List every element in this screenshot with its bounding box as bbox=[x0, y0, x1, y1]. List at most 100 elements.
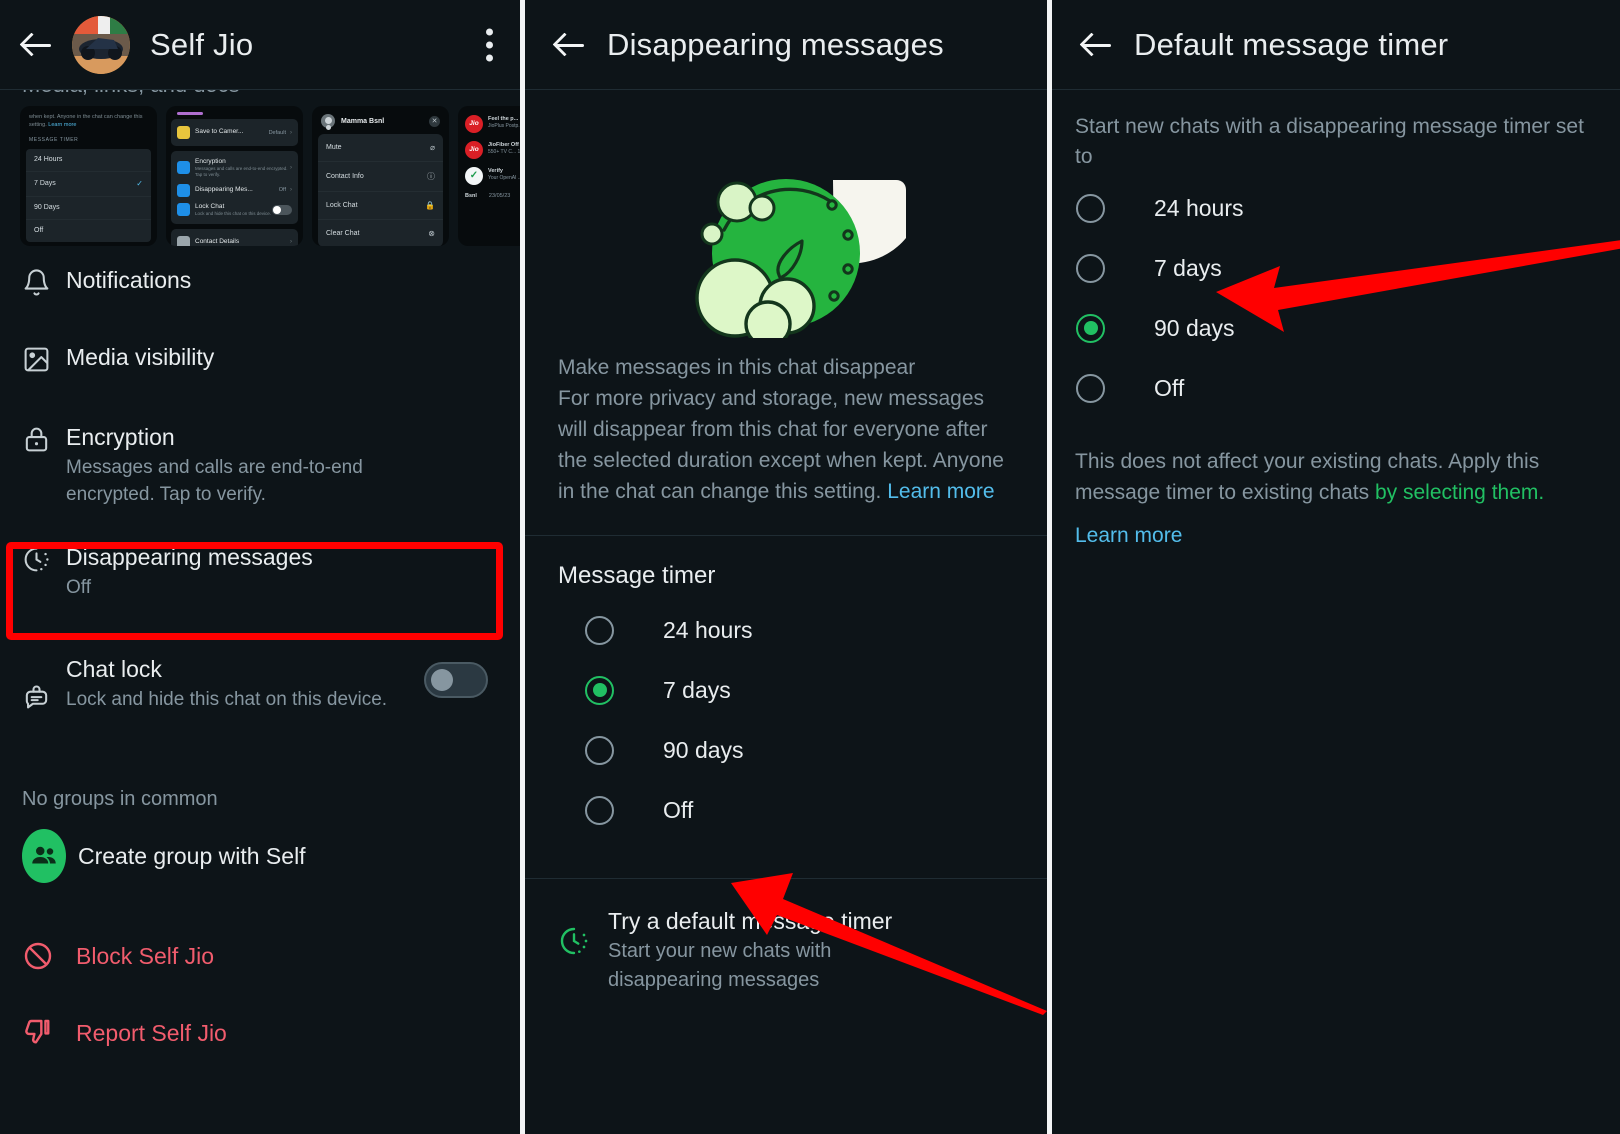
media-thumbnail-2[interactable]: Save to Camer... Default › Encryption Me… bbox=[166, 106, 303, 246]
thumb1-option-list: 24 Hours 7 Days ✓ 90 Days Off bbox=[26, 148, 151, 242]
radio-icon bbox=[585, 795, 614, 825]
option-label: Off bbox=[663, 796, 694, 823]
default-option-90-days[interactable]: 90 days bbox=[1052, 298, 1620, 358]
timer-icon bbox=[22, 542, 66, 574]
sidebar-item-encryption[interactable]: Encryption Messages and calls are end-to… bbox=[0, 422, 520, 528]
jio-logo-icon: Jio bbox=[465, 141, 483, 159]
option-label: 24 hours bbox=[663, 616, 753, 643]
create-group-icon-wrap bbox=[22, 829, 66, 883]
option-label: 7 days bbox=[663, 676, 731, 703]
back-arrow-icon[interactable] bbox=[1080, 28, 1114, 62]
clear-icon: ⊗ bbox=[428, 229, 435, 238]
try-default-title: Try a default message timer bbox=[608, 908, 893, 934]
learn-more-link[interactable]: Learn more bbox=[887, 480, 994, 503]
thumb2-row: Lock Chat Lock and hide this chat on thi… bbox=[175, 200, 294, 220]
close-icon: ✕ bbox=[429, 115, 440, 127]
thumb3-menu-item: Contact Info ⓘ bbox=[318, 162, 443, 192]
option-90-days[interactable]: 90 days bbox=[525, 720, 1047, 780]
thumb2-row-title: Encryption bbox=[195, 158, 226, 165]
thumb3-content: Mamma Bsnl ✕ Mute ⌀ Contact Info ⓘ Lock Ch… bbox=[312, 106, 449, 246]
sidebar-item-disappearing-messages[interactable]: Disappearing messages Off bbox=[0, 528, 520, 640]
avatar[interactable] bbox=[72, 15, 130, 74]
thumb4-row-sub: JioPlus Postp... bbox=[488, 123, 520, 130]
thumb1-learn-more-link: Learn more bbox=[48, 121, 77, 128]
option-label: 90 days bbox=[1154, 314, 1235, 341]
no-groups-label: No groups in common bbox=[22, 788, 218, 810]
thumb2-row-value: Off bbox=[278, 187, 286, 194]
create-group-label: Create group with Self bbox=[78, 843, 306, 869]
radio-icon bbox=[1076, 373, 1105, 403]
report-contact-button[interactable]: Report Self Jio bbox=[0, 1005, 249, 1061]
thumb4-row: Jio JioFiber Off 550+ TV C... 150+ HD ch… bbox=[462, 137, 520, 163]
kebab-menu-icon[interactable] bbox=[486, 28, 494, 61]
block-contact-button[interactable]: Block Self Jio bbox=[0, 928, 236, 984]
option-24-hours[interactable]: 24 hours bbox=[525, 600, 1047, 660]
thumb2-lock-chat-toggle bbox=[272, 204, 292, 215]
create-group-button[interactable]: Create group with Self bbox=[0, 828, 328, 884]
option-off[interactable]: Off bbox=[525, 780, 1047, 840]
back-arrow-icon[interactable] bbox=[20, 28, 54, 62]
thumb3-menu-item: Lock Chat 🔒 bbox=[318, 192, 443, 220]
thumb1-option-label: Off bbox=[34, 227, 44, 235]
thumbs-down-icon bbox=[22, 1017, 66, 1049]
left-header: Self Jio bbox=[0, 0, 520, 90]
default-option-7-days[interactable]: 7 days bbox=[1052, 238, 1620, 298]
thumb2-accent-bar bbox=[177, 112, 203, 115]
sidebar-item-notifications[interactable]: Notifications bbox=[0, 265, 520, 342]
default-option-24-hours[interactable]: 24 hours bbox=[1052, 178, 1620, 238]
lock-icon bbox=[177, 161, 190, 175]
gallery-icon bbox=[177, 126, 190, 139]
option-label: Off bbox=[1154, 374, 1185, 401]
chevron-right-icon: › bbox=[290, 239, 292, 246]
thumb2-row: Save to Camer... Default › bbox=[175, 123, 294, 142]
try-default-message-timer-button[interactable]: Try a default message timer Start your n… bbox=[525, 879, 1047, 995]
thumb3-menu-label: Lock Chat bbox=[326, 202, 358, 209]
thumb2-row-title: Save to Camer... bbox=[195, 128, 244, 136]
timer-icon bbox=[558, 905, 608, 995]
row-body: Notifications bbox=[66, 265, 191, 295]
disappearing-messages-panel: Disappearing messages Make messages in t… bbox=[525, 0, 1047, 1134]
thumb3-menu-item: Mute ⌀ bbox=[318, 134, 443, 162]
page-title: Self Jio bbox=[150, 26, 254, 62]
mute-icon: ⌀ bbox=[430, 143, 435, 152]
sidebar-item-label: Media visibility bbox=[66, 344, 215, 370]
media-thumbnail-3[interactable]: Mamma Bsnl ✕ Mute ⌀ Contact Info ⓘ Lock Ch… bbox=[312, 106, 449, 246]
page-title: Disappearing messages bbox=[607, 26, 944, 62]
chat-lock-toggle[interactable] bbox=[424, 662, 488, 698]
sidebar-item-chat-lock[interactable]: Chat lock Lock and hide this chat on thi… bbox=[0, 640, 520, 764]
learn-more-link[interactable]: Learn more bbox=[1052, 508, 1620, 548]
thumb4-footer-date: 23/05/23 bbox=[488, 193, 511, 199]
three-panel-screenshot: Self Jio Media, links, and docs when kep… bbox=[0, 0, 1620, 1134]
disappearing-messages-illustration bbox=[695, 179, 906, 338]
right-header: Default message timer bbox=[1052, 0, 1620, 90]
option-7-days[interactable]: 7 days bbox=[525, 660, 1047, 720]
media-thumbnail-4[interactable]: Jio Feel the p... JioPlus Postp... Jio J… bbox=[458, 106, 520, 246]
avatar bbox=[321, 114, 335, 128]
thumb1-option: 90 Days bbox=[26, 197, 151, 220]
description-block: Make messages in this chat disappear For… bbox=[525, 338, 1047, 535]
report-contact-label: Report Self Jio bbox=[76, 1020, 227, 1046]
right-description: Start new chats with a disappearing mess… bbox=[1075, 115, 1584, 168]
media-thumbnail-1[interactable]: when kept. Anyone in the chat can change… bbox=[20, 106, 157, 246]
thumb2-row-title: Disappearing Mes... bbox=[195, 186, 253, 194]
thumb3-menu-label: Mute bbox=[326, 144, 342, 151]
sidebar-item-media-visibility[interactable]: Media visibility bbox=[0, 342, 520, 422]
row-body: Media visibility bbox=[66, 342, 214, 372]
thumb1-option: Off bbox=[26, 220, 151, 242]
thumb2-row-sub: Messages and calls are end-to-end encryp… bbox=[195, 166, 288, 177]
sidebar-item-sub: Lock and hide this chat on this device. bbox=[66, 689, 388, 710]
radio-icon bbox=[1076, 253, 1105, 283]
middle-header: Disappearing messages bbox=[525, 0, 1047, 90]
thumb4-footer-name: Bsnl bbox=[465, 193, 477, 199]
sidebar-item-label: Encryption bbox=[66, 424, 175, 450]
media-thumbnail-strip[interactable]: when kept. Anyone in the chat can change… bbox=[20, 106, 520, 246]
thumb2-row-title: Contact Details bbox=[195, 238, 240, 246]
back-arrow-icon[interactable] bbox=[553, 28, 587, 62]
image-icon bbox=[22, 342, 66, 374]
select-chats-link[interactable]: by selecting them. bbox=[1375, 481, 1544, 504]
thumb2-row-sub: Lock and hide this chat on this device. bbox=[195, 210, 272, 216]
jio-logo-icon: Jio bbox=[465, 115, 483, 133]
default-option-off[interactable]: Off bbox=[1052, 358, 1620, 418]
thumb2-card-a: Save to Camer... Default › bbox=[171, 119, 298, 146]
contact-icon bbox=[177, 235, 190, 246]
